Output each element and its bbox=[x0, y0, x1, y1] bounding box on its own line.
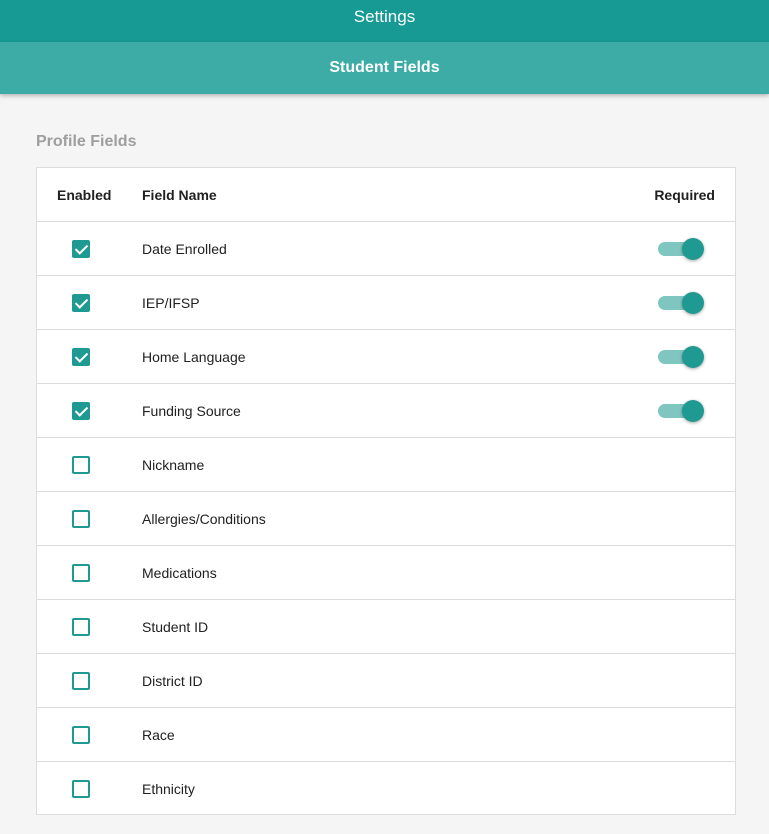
field-name: Medications bbox=[142, 564, 217, 581]
toggle-on-icon[interactable] bbox=[658, 237, 704, 260]
profile-fields-table: Enabled Field Name Required Date Enrolle… bbox=[36, 167, 736, 815]
field-name: Date Enrolled bbox=[142, 240, 227, 257]
required-cell bbox=[658, 222, 704, 275]
checkbox-unchecked-icon[interactable] bbox=[72, 455, 90, 474]
enabled-column-header: Enabled bbox=[57, 186, 112, 203]
table-header-row: Enabled Field Name Required bbox=[37, 168, 735, 222]
field-name-column-header: Field Name bbox=[142, 186, 217, 203]
required-cell bbox=[658, 330, 704, 383]
enabled-cell bbox=[72, 600, 90, 653]
checkbox-unchecked-icon[interactable] bbox=[72, 509, 90, 528]
table-row: IEP/IFSP bbox=[37, 276, 735, 330]
enabled-cell bbox=[72, 762, 90, 816]
enabled-cell bbox=[72, 654, 90, 707]
table-row: Medications bbox=[37, 546, 735, 600]
table-row: Student ID bbox=[37, 600, 735, 654]
toggle-thumb bbox=[682, 291, 704, 314]
enabled-cell bbox=[72, 438, 90, 491]
toggle-thumb bbox=[682, 399, 704, 422]
field-name: Race bbox=[142, 726, 175, 743]
checkbox-unchecked-icon[interactable] bbox=[72, 617, 90, 636]
checkbox-unchecked-icon[interactable] bbox=[72, 671, 90, 690]
enabled-cell bbox=[72, 276, 90, 329]
required-column-header: Required bbox=[654, 186, 715, 203]
enabled-cell bbox=[72, 708, 90, 761]
enabled-cell bbox=[72, 384, 90, 437]
table-body: Date Enrolled IEP/IFSP Home Language Fundin… bbox=[37, 222, 735, 816]
required-cell bbox=[658, 276, 704, 329]
toggle-on-icon[interactable] bbox=[658, 291, 704, 314]
settings-title-bar: Settings bbox=[0, 0, 769, 42]
table-row: Allergies/Conditions bbox=[37, 492, 735, 546]
field-name: IEP/IFSP bbox=[142, 294, 200, 311]
toggle-on-icon[interactable] bbox=[658, 399, 704, 422]
field-name: Ethnicity bbox=[142, 781, 195, 797]
checkbox-unchecked-icon[interactable] bbox=[72, 780, 90, 798]
settings-title: Settings bbox=[353, 7, 416, 26]
enabled-cell bbox=[72, 222, 90, 275]
checkbox-unchecked-icon[interactable] bbox=[72, 563, 90, 582]
table-row: Date Enrolled bbox=[37, 222, 735, 276]
student-fields-bar: Student Fields bbox=[0, 42, 769, 94]
enabled-cell bbox=[72, 492, 90, 545]
field-name: Home Language bbox=[142, 348, 246, 365]
table-row: Home Language bbox=[37, 330, 735, 384]
toggle-thumb bbox=[682, 345, 704, 368]
field-name: Nickname bbox=[142, 456, 205, 473]
table-row: Funding Source bbox=[37, 384, 735, 438]
enabled-cell bbox=[72, 330, 90, 383]
table-row: Nickname bbox=[37, 438, 735, 492]
checkbox-checked-icon[interactable] bbox=[72, 401, 90, 420]
checkbox-checked-icon[interactable] bbox=[72, 347, 90, 366]
table-row: Race bbox=[37, 708, 735, 762]
field-name: District ID bbox=[142, 672, 203, 689]
field-name: Student ID bbox=[142, 618, 209, 635]
table-row: Ethnicity bbox=[37, 762, 735, 816]
enabled-cell bbox=[72, 546, 90, 599]
toggle-thumb bbox=[682, 237, 704, 260]
checkbox-checked-icon[interactable] bbox=[72, 293, 90, 312]
student-fields-title: Student Fields bbox=[329, 59, 440, 76]
checkbox-checked-icon[interactable] bbox=[72, 239, 90, 258]
checkbox-unchecked-icon[interactable] bbox=[72, 725, 90, 744]
table-row: District ID bbox=[37, 654, 735, 708]
toggle-on-icon[interactable] bbox=[658, 345, 704, 368]
field-name: Funding Source bbox=[142, 402, 241, 419]
field-name: Allergies/Conditions bbox=[142, 510, 266, 527]
required-cell bbox=[658, 384, 704, 437]
profile-fields-heading: Profile Fields bbox=[36, 133, 137, 150]
